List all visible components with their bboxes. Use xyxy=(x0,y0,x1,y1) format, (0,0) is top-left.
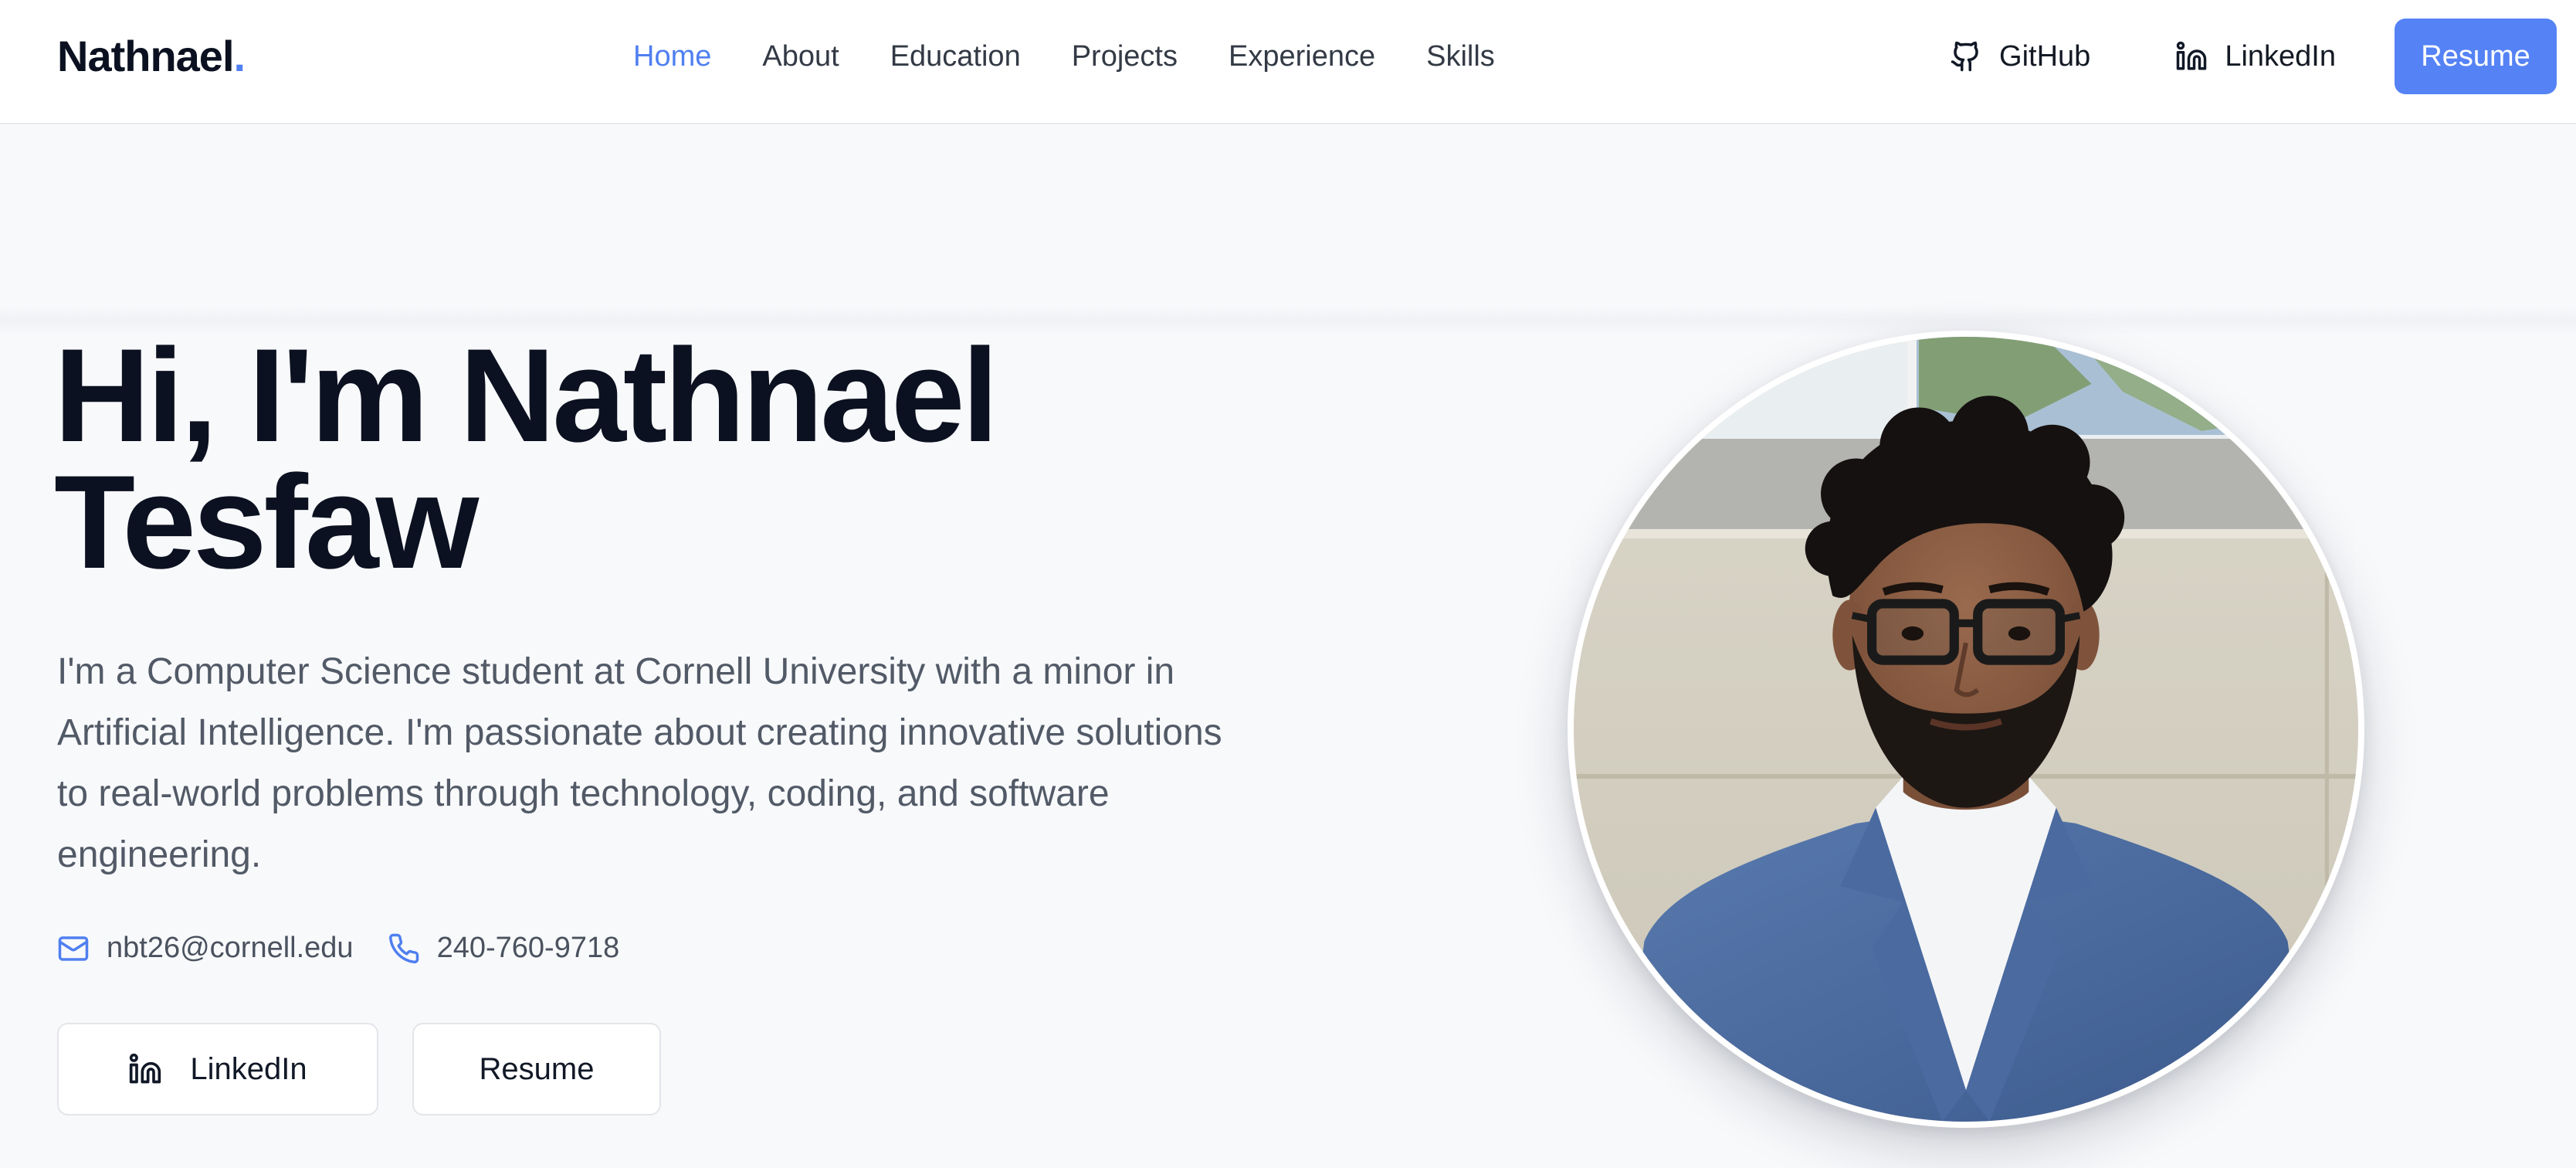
hero-description: I'm a Computer Science student at Cornel… xyxy=(57,651,1222,875)
linkedin-icon xyxy=(130,1053,161,1084)
nav-link-education[interactable]: Education xyxy=(890,40,1021,73)
linkedin-link[interactable]: LinkedIn xyxy=(2175,40,2336,73)
nav-link-experience[interactable]: Experience xyxy=(1229,40,1375,73)
hero-heading: Hi, I'm Nathnael Tesfaw xyxy=(54,329,1290,589)
github-link[interactable]: GitHub xyxy=(1950,40,2090,73)
hero-heading-line2: Tesfaw xyxy=(54,448,479,596)
nav-link-about[interactable]: About xyxy=(762,40,839,73)
phone-text: 240-760-9718 xyxy=(436,932,620,964)
linkedin-label: LinkedIn xyxy=(2225,39,2336,73)
phone-icon xyxy=(388,933,419,963)
nav-link-home[interactable]: Home xyxy=(633,40,711,73)
contact-info: nbt26@cornell.edu 240-760-9718 xyxy=(57,932,619,965)
hero-buttons: LinkedIn Resume xyxy=(57,1023,661,1115)
logo-text: Nathnael xyxy=(57,32,234,80)
github-icon xyxy=(1951,41,1978,72)
profile-photo-frame xyxy=(1568,331,2364,1128)
nav-link-skills[interactable]: Skills xyxy=(1426,40,1495,73)
email-text: nbt26@cornell.edu xyxy=(107,932,354,964)
hero-resume-button[interactable]: Resume xyxy=(412,1023,661,1115)
github-label: GitHub xyxy=(1999,39,2091,73)
hero-linkedin-button[interactable]: LinkedIn xyxy=(57,1023,378,1115)
nav-links: Home About Education Projects Experience… xyxy=(633,40,1495,73)
email-contact[interactable]: nbt26@cornell.edu xyxy=(57,932,354,965)
phone-contact[interactable]: 240-760-9718 xyxy=(388,932,620,965)
site-logo[interactable]: Nathnael. xyxy=(57,31,246,81)
top-navbar: Nathnael. Home About Education Projects … xyxy=(0,0,2576,124)
mail-icon xyxy=(58,935,89,961)
linkedin-icon xyxy=(2177,41,2207,70)
resume-button[interactable]: Resume xyxy=(2395,19,2557,94)
nav-link-projects[interactable]: Projects xyxy=(1072,40,1178,73)
logo-dot: . xyxy=(233,32,246,80)
profile-photo xyxy=(1574,337,2358,1122)
hero-resume-label: Resume xyxy=(479,1051,595,1086)
hero-linkedin-label: LinkedIn xyxy=(190,1051,307,1086)
nav-actions: GitHub LinkedIn Resume xyxy=(1950,19,2557,94)
